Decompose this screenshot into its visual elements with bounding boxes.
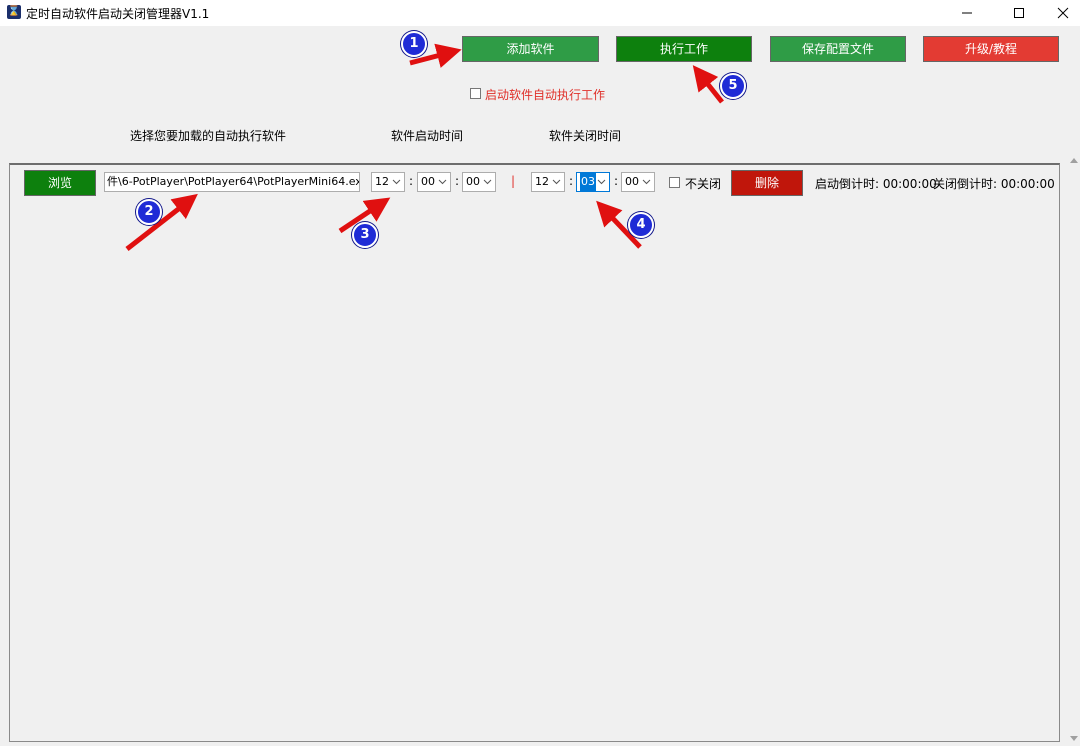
annotation-badge-3: 3 [352,222,378,248]
annotation-badge-4: 4 [628,212,654,238]
annotation-overlay [125,43,724,251]
annotation-badge-2: 2 [136,199,162,225]
annotation-badge-1: 1 [401,31,427,57]
arrow-5 [692,65,724,104]
annotation-badge-5: 5 [720,73,746,99]
